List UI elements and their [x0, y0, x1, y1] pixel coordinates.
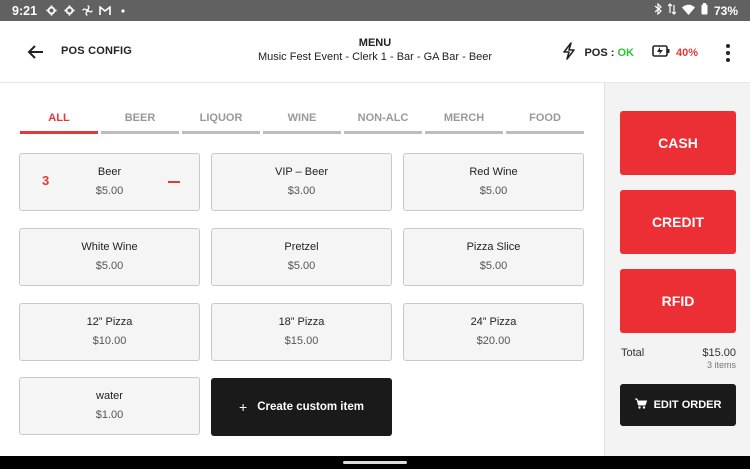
tab-non-alc[interactable]: NON-ALC	[344, 112, 422, 134]
menu-item-water[interactable]: water $1.00	[19, 377, 200, 435]
menu-item-beer[interactable]: 3 Beer $5.00	[19, 153, 200, 211]
item-price: $5.00	[287, 260, 316, 272]
battery-charging-icon	[652, 45, 670, 60]
menu-item-pretzel[interactable]: Pretzel $5.00	[211, 228, 392, 286]
item-name: 12” Pizza	[86, 316, 133, 328]
create-custom-item-button[interactable]: + Create custom item	[211, 378, 392, 436]
pos-status: POS : OK	[584, 47, 634, 59]
tab-wine[interactable]: WINE	[263, 112, 341, 134]
device-battery-level: 40%	[675, 46, 698, 59]
tab-liquor[interactable]: LIQUOR	[182, 112, 260, 134]
menu-item-red-wine[interactable]: Red Wine $5.00	[403, 153, 584, 211]
status-time: 9:21	[12, 3, 38, 18]
battery-icon	[701, 3, 708, 18]
item-price: $15.00	[284, 335, 319, 347]
lightning-icon	[562, 42, 576, 63]
menu-panel: ALL BEER LIQUOR WINE NON-ALC MERCH FOOD …	[0, 83, 604, 456]
gear-icon	[45, 5, 57, 17]
item-price: $5.00	[479, 185, 508, 197]
item-price: $10.00	[92, 335, 127, 347]
tab-merch[interactable]: MERCH	[425, 112, 503, 134]
item-name: Pretzel	[284, 241, 319, 253]
status-bar: 9:21 73%	[0, 0, 750, 21]
item-name: Beer	[97, 166, 122, 178]
data-arrows-icon	[667, 3, 677, 18]
menu-item-12-pizza[interactable]: 12” Pizza $10.00	[19, 303, 200, 361]
gmail-icon	[99, 5, 111, 17]
menu-item-24-pizza[interactable]: 24” Pizza $20.00	[403, 303, 584, 361]
item-name: VIP – Beer	[275, 166, 328, 178]
menu-item-pizza-slice[interactable]: Pizza Slice $5.00	[403, 228, 584, 286]
rfid-button[interactable]: RFID	[620, 269, 736, 333]
category-tabs: ALL BEER LIQUOR WINE NON-ALC MERCH FOOD	[20, 112, 584, 134]
tab-beer[interactable]: BEER	[101, 112, 179, 134]
item-price: $5.00	[95, 185, 124, 197]
item-name: 24” Pizza	[470, 316, 517, 328]
fan-icon	[81, 5, 93, 17]
item-name: 18” Pizza	[278, 316, 325, 328]
item-name: Red Wine	[469, 166, 518, 178]
item-price: $1.00	[95, 409, 124, 421]
battery-percent: 73%	[713, 3, 738, 18]
tab-all[interactable]: ALL	[20, 112, 98, 134]
payment-panel: CASH CREDIT RFID Total $15.00 3 items ED…	[604, 83, 750, 456]
wifi-icon	[681, 4, 695, 18]
decrement-icon[interactable]	[168, 181, 180, 183]
credit-button[interactable]: CREDIT	[620, 190, 736, 254]
edit-order-label: EDIT ORDER	[653, 399, 722, 411]
plus-icon: +	[239, 399, 248, 415]
item-name: water	[96, 390, 123, 402]
total-items-count: 3 items	[706, 360, 736, 370]
pos-status-value: OK	[617, 46, 634, 59]
item-price: $20.00	[476, 335, 511, 347]
item-name: White Wine	[81, 241, 138, 253]
total-label: Total	[621, 347, 645, 359]
more-menu-icon[interactable]	[726, 43, 730, 62]
item-price: $3.00	[287, 185, 316, 197]
item-price: $5.00	[479, 260, 508, 272]
menu-item-18-pizza[interactable]: 18” Pizza $15.00	[211, 303, 392, 361]
total-value: $15.00	[702, 347, 736, 359]
create-custom-item-label: Create custom item	[257, 401, 364, 413]
menu-item-vip-beer[interactable]: VIP – Beer $3.00	[211, 153, 392, 211]
home-gesture-handle[interactable]	[343, 461, 407, 464]
item-name: Pizza Slice	[466, 241, 521, 253]
app-header: POS CONFIG MENU Music Fest Event - Clerk…	[0, 21, 750, 83]
bluetooth-icon	[654, 2, 662, 18]
cash-button[interactable]: CASH	[620, 111, 736, 175]
gear-icon	[63, 5, 75, 17]
menu-item-white-wine[interactable]: White Wine $5.00	[19, 228, 200, 286]
pos-status-label: POS :	[584, 46, 615, 59]
item-price: $5.00	[95, 260, 124, 272]
system-navigation-bar	[0, 456, 750, 469]
tab-food[interactable]: FOOD	[506, 112, 584, 134]
edit-order-button[interactable]: EDIT ORDER	[620, 384, 736, 426]
shopping-cart-icon	[634, 398, 647, 412]
dot-icon	[117, 5, 129, 17]
